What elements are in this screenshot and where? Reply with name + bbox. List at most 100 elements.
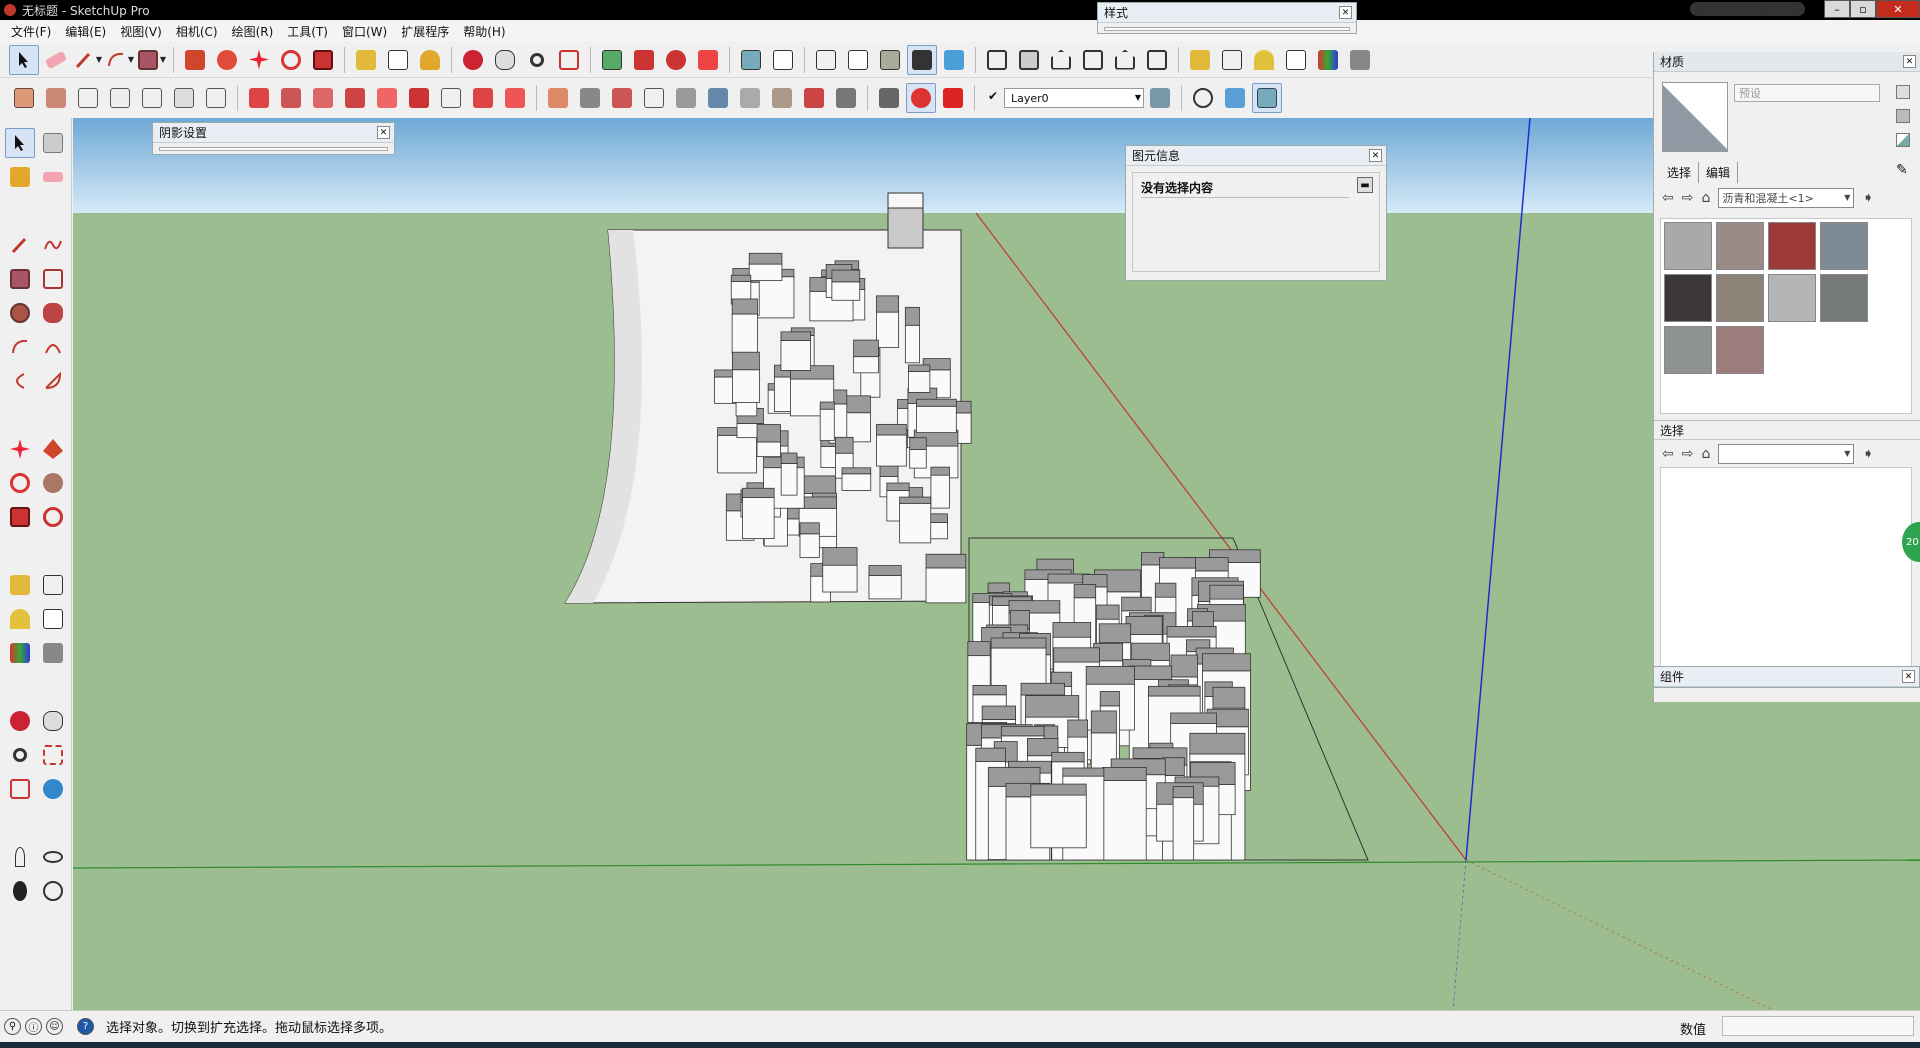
ext-tool-10[interactable] xyxy=(543,83,573,113)
panel-toggle-icon[interactable] xyxy=(1896,85,1910,99)
components-close-button[interactable]: ✕ xyxy=(1902,670,1915,683)
style-panel-close-button[interactable]: ✕ xyxy=(1339,6,1352,19)
select-browser-area[interactable] xyxy=(1660,467,1912,677)
eyedropper-icon[interactable]: ✎ xyxy=(1896,162,1908,178)
tab-select[interactable]: 选择 xyxy=(1660,162,1700,183)
drape-button[interactable] xyxy=(137,83,167,113)
material-swatch[interactable] xyxy=(1716,326,1764,374)
menu-tools[interactable]: 工具(T) xyxy=(280,23,335,40)
layer-dropdown[interactable]: Layer0 ▼ xyxy=(1004,88,1144,108)
material-swatch[interactable] xyxy=(1820,274,1868,322)
create-material-icon[interactable] xyxy=(1896,109,1910,123)
offset-tool-button[interactable] xyxy=(38,502,68,532)
pan-button[interactable] xyxy=(490,45,520,75)
ext-tool-14[interactable] xyxy=(671,83,701,113)
material-swatch[interactable] xyxy=(1716,222,1764,270)
rotated-rectangle-button[interactable] xyxy=(38,264,68,294)
dimension-button[interactable] xyxy=(38,570,68,600)
right-view-button[interactable] xyxy=(1078,45,1108,75)
measurements-box[interactable] xyxy=(1722,1016,1914,1036)
ext-tool-11[interactable] xyxy=(575,83,605,113)
help-icon[interactable]: ? xyxy=(77,1018,94,1035)
rectangle-tool-button[interactable]: ▼ xyxy=(137,45,167,75)
minimize-button[interactable]: – xyxy=(1824,0,1850,18)
back-edges-button[interactable] xyxy=(768,45,798,75)
ext-tool-17[interactable] xyxy=(767,83,797,113)
ext-tool-6[interactable] xyxy=(404,83,434,113)
protractor-button[interactable] xyxy=(1249,45,1279,75)
ext-tool-16[interactable] xyxy=(735,83,765,113)
previous-view-button[interactable] xyxy=(38,774,68,804)
shaded-button[interactable] xyxy=(875,45,905,75)
orbit-button[interactable] xyxy=(458,45,488,75)
ext-tool-19[interactable] xyxy=(831,83,861,113)
materials-header[interactable]: 材质 ✕ xyxy=(1654,52,1920,72)
sandbox-from-scratch-button[interactable] xyxy=(41,83,71,113)
3d-warehouse-button[interactable] xyxy=(597,45,627,75)
ext-tool-9[interactable] xyxy=(500,83,530,113)
two-point-arc-button[interactable] xyxy=(38,332,68,362)
zoom-button[interactable] xyxy=(522,45,552,75)
ext-tool-15[interactable] xyxy=(703,83,733,113)
axes-button[interactable] xyxy=(5,638,35,668)
walk-button[interactable] xyxy=(5,876,35,906)
menu-file[interactable]: 文件(F) xyxy=(4,23,58,40)
protractor-button[interactable] xyxy=(5,604,35,634)
ext-tool-5[interactable] xyxy=(372,83,402,113)
ext-tool-12[interactable] xyxy=(607,83,637,113)
smoove-button[interactable] xyxy=(73,83,103,113)
menu-view[interactable]: 视图(V) xyxy=(113,23,169,40)
material-swatch[interactable] xyxy=(1768,222,1816,270)
menu-edit[interactable]: 编辑(E) xyxy=(58,23,113,40)
orbit-button[interactable] xyxy=(5,706,35,736)
paint-bucket-button[interactable] xyxy=(5,162,35,192)
su-app-button[interactable] xyxy=(938,83,968,113)
components-header[interactable]: 组件 ✕ xyxy=(1654,667,1919,687)
rotate-tool-button[interactable] xyxy=(5,468,35,498)
ext-tool-8[interactable] xyxy=(468,83,498,113)
pan-button[interactable] xyxy=(38,706,68,736)
polygon-tool-button[interactable] xyxy=(38,298,68,328)
position-camera-button[interactable] xyxy=(1188,83,1218,113)
eraser-tool-button[interactable] xyxy=(38,162,68,192)
iso-view-button[interactable] xyxy=(982,45,1012,75)
menu-camera[interactable]: 相机(C) xyxy=(169,23,225,40)
position-camera-button[interactable] xyxy=(5,842,35,872)
three-point-arc-button[interactable] xyxy=(5,366,35,396)
material-swatch[interactable] xyxy=(1768,274,1816,322)
text-button[interactable] xyxy=(38,604,68,634)
ext-tool-4[interactable] xyxy=(340,83,370,113)
move-tool-button[interactable] xyxy=(244,45,274,75)
material-swatch[interactable] xyxy=(1664,326,1712,374)
sandbox-from-contours-button[interactable] xyxy=(9,83,39,113)
maximize-button[interactable]: ▫ xyxy=(1850,0,1876,18)
arc-tool-button[interactable] xyxy=(5,332,35,362)
line-tool-button[interactable] xyxy=(5,230,35,260)
zoom-extents-button[interactable] xyxy=(5,774,35,804)
menu-help[interactable]: 帮助(H) xyxy=(456,23,512,40)
material-swatch[interactable] xyxy=(1716,274,1764,322)
select-tool-button[interactable] xyxy=(9,44,39,75)
follow-me-button[interactable] xyxy=(38,468,68,498)
rotate-tool-button[interactable] xyxy=(276,45,306,75)
shadow-panel-header[interactable]: 阴影设置 ✕ xyxy=(153,123,394,143)
tab-edit[interactable]: 编辑 xyxy=(1699,162,1739,183)
push-pull-tool-button[interactable] xyxy=(38,434,68,464)
layer-manager-button[interactable] xyxy=(1145,83,1175,113)
back-arrow-icon[interactable]: ⇦ xyxy=(1662,446,1674,462)
select-tool-button[interactable] xyxy=(5,128,35,158)
dimension-button[interactable] xyxy=(383,45,413,75)
back-arrow-icon[interactable]: ⇦ xyxy=(1662,190,1674,206)
3d-text-button[interactable] xyxy=(1345,45,1375,75)
left-view-button[interactable] xyxy=(1142,45,1172,75)
menu-draw[interactable]: 绘图(R) xyxy=(225,23,281,40)
select-library-dropdown[interactable]: ▼ xyxy=(1718,444,1855,464)
line-tool-button[interactable]: ▼ xyxy=(73,45,103,75)
entity-info-close-button[interactable]: ✕ xyxy=(1369,149,1382,162)
toggle-details-button[interactable]: ▬ xyxy=(1357,177,1373,193)
hidden-line-button[interactable] xyxy=(843,45,873,75)
material-swatch[interactable] xyxy=(1664,222,1712,270)
text-button[interactable] xyxy=(1281,45,1311,75)
section-plane-button[interactable] xyxy=(1220,83,1250,113)
tape-measure-button[interactable] xyxy=(5,570,35,600)
